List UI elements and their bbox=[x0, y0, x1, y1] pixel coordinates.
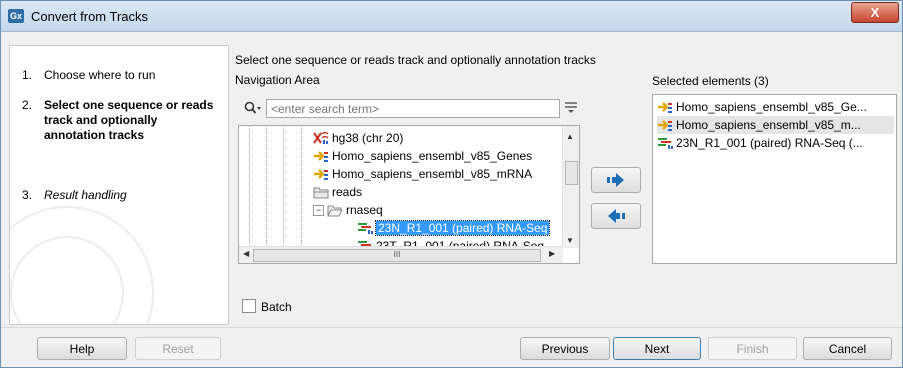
finish-button[interactable]: Finish bbox=[708, 337, 797, 360]
step-number: 3. bbox=[22, 188, 33, 202]
reset-button[interactable]: Reset bbox=[135, 337, 221, 360]
collapse-toggle-icon[interactable]: − bbox=[313, 205, 324, 216]
tree-guide-line bbox=[283, 126, 284, 249]
tree-item-rnaseq-folder[interactable]: − rnaseq bbox=[313, 201, 383, 219]
tree-item-ensembl-genes[interactable]: Homo_sapiens_ensembl_v85_Genes bbox=[313, 147, 532, 165]
selected-elements-list[interactable]: Homo_sapiens_ensembl_v85_Ge... Homo_sapi… bbox=[652, 94, 897, 264]
annotation-track-icon bbox=[657, 118, 673, 132]
scroll-left-icon[interactable]: ◀ bbox=[243, 249, 249, 258]
footer-divider bbox=[1, 327, 902, 328]
tree-item-ensembl-mrna[interactable]: Homo_sapiens_ensembl_v85_mRNA bbox=[313, 165, 532, 183]
tree-item-hg38[interactable]: hg38 (chr 20) bbox=[313, 129, 403, 147]
help-button[interactable]: Help bbox=[37, 337, 127, 360]
selected-item-label: Homo_sapiens_ensembl_v85_Ge... bbox=[676, 100, 867, 114]
tree-item-reads-folder[interactable]: reads bbox=[313, 183, 362, 201]
scroll-up-icon[interactable]: ▲ bbox=[566, 132, 574, 141]
tree-horizontal-scrollbar[interactable]: ◀ III ▶ bbox=[239, 246, 563, 263]
step-number: 2. bbox=[22, 98, 33, 112]
wizard-steps-panel: 1. Choose where to run 2. Select one seq… bbox=[9, 45, 229, 325]
tree-item-label: Homo_sapiens_ensembl_v85_Genes bbox=[332, 149, 533, 163]
close-button[interactable]: X bbox=[851, 2, 899, 23]
workbench-app-icon: Gx bbox=[8, 9, 24, 23]
tree-item-label: Homo_sapiens_ensembl_v85_mRNA bbox=[332, 167, 533, 181]
selected-item-label: Homo_sapiens_ensembl_v85_m... bbox=[676, 118, 861, 132]
batch-checkbox[interactable] bbox=[242, 299, 256, 313]
remove-from-selection-button[interactable] bbox=[591, 203, 641, 229]
selected-item-label: 23N_R1_001 (paired) RNA-Seq (... bbox=[676, 136, 863, 150]
reads-track-icon bbox=[357, 221, 373, 235]
scroll-right-icon[interactable]: ▶ bbox=[549, 249, 555, 258]
search-icon[interactable] bbox=[244, 101, 262, 118]
tree-item-label: hg38 (chr 20) bbox=[332, 131, 404, 145]
cancel-button[interactable]: Cancel bbox=[803, 337, 892, 360]
arrow-left-icon bbox=[608, 209, 625, 223]
tree-item-23n-reads-selected[interactable]: 23N_R1_001 (paired) RNA-Seq bbox=[357, 219, 551, 237]
tree-item-label: 23N_R1_001 (paired) RNA-Seq bbox=[374, 220, 551, 236]
selected-item[interactable]: Homo_sapiens_ensembl_v85_m... bbox=[657, 116, 894, 134]
tree-item-label: rnaseq bbox=[346, 203, 383, 217]
annotation-track-icon bbox=[313, 167, 329, 181]
batch-option[interactable]: Batch bbox=[242, 299, 292, 314]
reads-track-icon bbox=[657, 136, 673, 150]
dialog-title: Convert from Tracks bbox=[31, 9, 149, 24]
instruction-text: Select one sequence or reads track and o… bbox=[235, 53, 596, 67]
batch-label: Batch bbox=[261, 300, 292, 314]
tree-vertical-scrollbar[interactable]: ▲ ▼ bbox=[562, 126, 579, 248]
step-label: Result handling bbox=[44, 188, 127, 202]
next-button[interactable]: Next bbox=[613, 337, 701, 360]
tree-item-label: reads bbox=[332, 185, 363, 199]
step-label: Choose where to run bbox=[44, 68, 156, 82]
search-input[interactable] bbox=[266, 99, 560, 118]
folder-open-icon bbox=[327, 203, 343, 217]
tree-guide-line bbox=[266, 126, 267, 249]
scrollbar-thumb[interactable] bbox=[565, 161, 578, 185]
dialog-window: Gx Convert from Tracks X 1. Choose where… bbox=[0, 0, 903, 368]
tree-guide-line bbox=[301, 126, 302, 249]
selected-elements-label: Selected elements (3) bbox=[652, 74, 769, 88]
search-bar bbox=[238, 98, 578, 121]
annotation-track-icon bbox=[313, 149, 329, 163]
add-to-selection-button[interactable] bbox=[591, 167, 641, 193]
scrollbar-thumb[interactable]: III bbox=[253, 249, 541, 262]
selected-item[interactable]: Homo_sapiens_ensembl_v85_Ge... bbox=[657, 98, 894, 116]
annotation-track-icon bbox=[657, 100, 673, 114]
step-number: 1. bbox=[22, 68, 33, 82]
previous-button[interactable]: Previous bbox=[520, 337, 610, 360]
folder-icon bbox=[313, 185, 329, 199]
tree-guide-line bbox=[249, 126, 250, 249]
sequence-track-icon bbox=[313, 131, 329, 145]
step-label: Select one sequence or reads track and o… bbox=[44, 98, 214, 142]
title-bar: Gx Convert from Tracks X bbox=[1, 1, 902, 32]
selected-item[interactable]: 23N_R1_001 (paired) RNA-Seq (... bbox=[657, 134, 894, 152]
filter-menu-icon[interactable] bbox=[564, 100, 578, 117]
navigation-tree[interactable]: hg38 (chr 20) Homo_sapiens_ensembl_v85_G… bbox=[238, 125, 580, 264]
scroll-down-icon[interactable]: ▼ bbox=[566, 236, 574, 245]
navigation-area-label: Navigation Area bbox=[235, 73, 320, 87]
arrow-right-icon bbox=[607, 173, 624, 187]
